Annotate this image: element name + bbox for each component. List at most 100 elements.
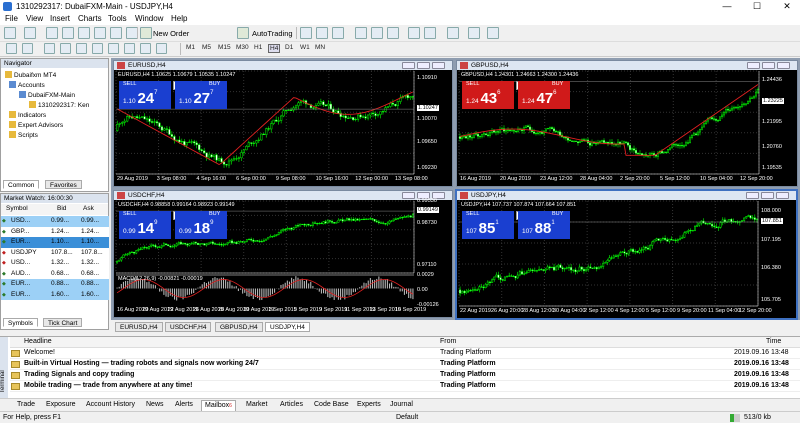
timeframe-mn[interactable]: MN — [315, 44, 325, 51]
nav-item-server[interactable]: DubaiFXM-Main — [19, 91, 75, 99]
autotrading-button[interactable]: AutoTrading — [252, 29, 293, 38]
nav-item-dubaifxm[interactable]: Dubaifxm MT4 — [5, 71, 56, 79]
news-row[interactable]: Mobile trading — trade from anywhere at … — [10, 381, 800, 392]
text-icon[interactable] — [124, 43, 135, 54]
news-row[interactable]: Built-in Virtual Hosting — trading robot… — [10, 359, 800, 370]
maximize-button[interactable]: ☐ — [746, 0, 768, 13]
market-watch-row[interactable]: ◆ USD... 0.99... 0.99... — [1, 216, 109, 227]
price-plot[interactable] — [114, 191, 452, 317]
timeframe-m15[interactable]: M15 — [218, 44, 231, 51]
chart-tab-usdchf[interactable]: USDCHF,H4 — [165, 322, 212, 332]
zoom-in-icon[interactable] — [355, 27, 367, 39]
timeframe-h1[interactable]: H1 — [254, 44, 262, 51]
indicators-icon[interactable] — [447, 27, 459, 39]
new-order-icon[interactable] — [140, 27, 152, 39]
buy-button[interactable]: BUY 107 881 — [518, 211, 570, 239]
market-watch-row[interactable]: ◆ EUR... 1.60... 1.60... — [1, 289, 109, 300]
chart-usdjpy[interactable]: USDJPY,H4 USDJPY,H4 107.737 107.874 107.6… — [455, 189, 798, 320]
tab-experts[interactable]: Experts — [357, 400, 381, 410]
sell-button[interactable]: SELL 107 851 — [462, 211, 514, 239]
nav-item-accounts[interactable]: Accounts — [9, 81, 45, 89]
nav-item-indicators[interactable]: Indicators — [9, 111, 46, 119]
col-from[interactable]: From — [440, 337, 456, 348]
menu-help[interactable]: Help — [171, 14, 187, 23]
menu-charts[interactable]: Charts — [78, 14, 102, 23]
sell-button[interactable]: SELL 0.99 149 — [119, 211, 171, 239]
col-headline[interactable]: Headline — [24, 337, 52, 348]
data-window-icon[interactable] — [78, 27, 90, 39]
tab-symbols[interactable]: Symbols — [3, 318, 38, 327]
price-plot[interactable] — [114, 61, 452, 186]
autotrading-icon[interactable] — [237, 27, 249, 39]
timeframe-m5[interactable]: M5 — [202, 44, 211, 51]
line-chart-icon[interactable] — [332, 27, 344, 39]
buy-button[interactable]: BUY 1.10 277 — [175, 81, 227, 109]
timeframe-h4[interactable]: H4 — [268, 44, 281, 53]
chart-gbpusd[interactable]: GBPUSD,H4 GBPUSD,H4 1.24301 1.24663 1.243… — [456, 60, 798, 187]
minimize-button[interactable]: — — [716, 0, 738, 13]
timeframe-m30[interactable]: M30 — [236, 44, 249, 51]
menu-tools[interactable]: Tools — [108, 14, 127, 23]
timeframe-d1[interactable]: D1 — [285, 44, 293, 51]
menu-insert[interactable]: Insert — [50, 14, 70, 23]
chart-tab-eurusd[interactable]: EURUSD,H4 — [115, 322, 163, 332]
tab-exposure[interactable]: Exposure — [46, 400, 76, 410]
col-symbol[interactable]: Symbol — [6, 205, 28, 212]
label-icon[interactable] — [140, 43, 151, 54]
news-row[interactable]: Trading Signals and copy trading Trading … — [10, 370, 800, 381]
chart-eurusd[interactable]: EURUSD,H4 EURUSD,H4 1.10625 1.10679 1.105… — [113, 60, 453, 187]
tab-favorites[interactable]: Favorites — [45, 180, 82, 189]
menu-view[interactable]: View — [26, 14, 43, 23]
market-watch-row[interactable]: ◆ EUR... 0.88... 0.88... — [1, 279, 109, 290]
market-watch-row[interactable]: ◆ USD... 1.32... 1.32... — [1, 258, 109, 269]
nav-item-expert-advisors[interactable]: Expert Advisors — [9, 121, 63, 129]
tab-articles[interactable]: Articles — [280, 400, 303, 410]
tab-trade[interactable]: Trade — [17, 400, 35, 410]
tab-market[interactable]: Market — [246, 400, 267, 410]
autoscroll-icon[interactable] — [424, 27, 436, 39]
crosshair-icon[interactable] — [22, 43, 33, 54]
buy-button[interactable]: BUY 0.99 189 — [175, 211, 227, 239]
chart-tab-gbpusd[interactable]: GBPUSD,H4 — [215, 322, 263, 332]
buy-button[interactable]: BUY 1.24 476 — [518, 81, 570, 109]
bar-chart-icon[interactable] — [300, 27, 312, 39]
add-icon[interactable] — [46, 27, 58, 39]
channel-icon[interactable] — [92, 43, 103, 54]
market-watch-row[interactable]: ◆ AUD... 0.68... 0.68... — [1, 268, 109, 279]
price-plot[interactable] — [457, 61, 797, 186]
periods-icon[interactable] — [468, 27, 480, 39]
timeframe-m1[interactable]: M1 — [186, 44, 195, 51]
market-watch-row[interactable]: ◆ USDJPY 107.8... 107.8... — [1, 247, 109, 258]
timeframe-w1[interactable]: W1 — [300, 44, 310, 51]
tab-journal[interactable]: Journal — [390, 400, 413, 410]
news-row[interactable]: Welcome! Trading Platform 2019.09.16 13:48 — [10, 348, 800, 359]
templates-icon[interactable] — [487, 27, 499, 39]
tab-common[interactable]: Common — [3, 180, 40, 189]
nav-item-scripts[interactable]: Scripts — [9, 131, 38, 139]
menu-window[interactable]: Window — [135, 14, 163, 23]
chart-shift-icon[interactable] — [408, 27, 420, 39]
nav-item-account[interactable]: 1310292317: Ken — [29, 101, 89, 109]
cursor-icon[interactable] — [6, 43, 17, 54]
tile-windows-icon[interactable] — [387, 27, 399, 39]
vertical-line-icon[interactable] — [44, 43, 55, 54]
new-chart-icon[interactable] — [4, 27, 16, 39]
col-bid[interactable]: Bid — [57, 205, 66, 212]
chart-usdchf[interactable]: USDCHF,H4 USDCHF,H4 0.98858 0.99164 0.989… — [113, 190, 453, 318]
tab-tick-chart[interactable]: Tick Chart — [43, 318, 83, 327]
arrows-icon[interactable] — [156, 43, 167, 54]
tab-account-history[interactable]: Account History — [86, 400, 135, 410]
chart-tab-usdjpy[interactable]: USDJPY,H4 — [265, 322, 310, 332]
candlestick-icon[interactable] — [316, 27, 328, 39]
fibonacci-icon[interactable] — [108, 43, 119, 54]
market-watch-row[interactable]: ◆ EUR... 1.10... 1.10... — [1, 237, 109, 248]
trendline-icon[interactable] — [76, 43, 87, 54]
profiles-icon[interactable] — [24, 27, 36, 39]
sell-button[interactable]: SELL 1.24 436 — [462, 81, 514, 109]
menu-file[interactable]: File — [5, 14, 18, 23]
new-order-button[interactable]: New Order — [153, 29, 189, 38]
navigator-icon[interactable] — [94, 27, 106, 39]
terminal-icon[interactable] — [110, 27, 122, 39]
tab-code-base[interactable]: Code Base — [314, 400, 349, 410]
market-watch-row[interactable]: ◆ GBP... 1.24... 1.24... — [1, 226, 109, 237]
